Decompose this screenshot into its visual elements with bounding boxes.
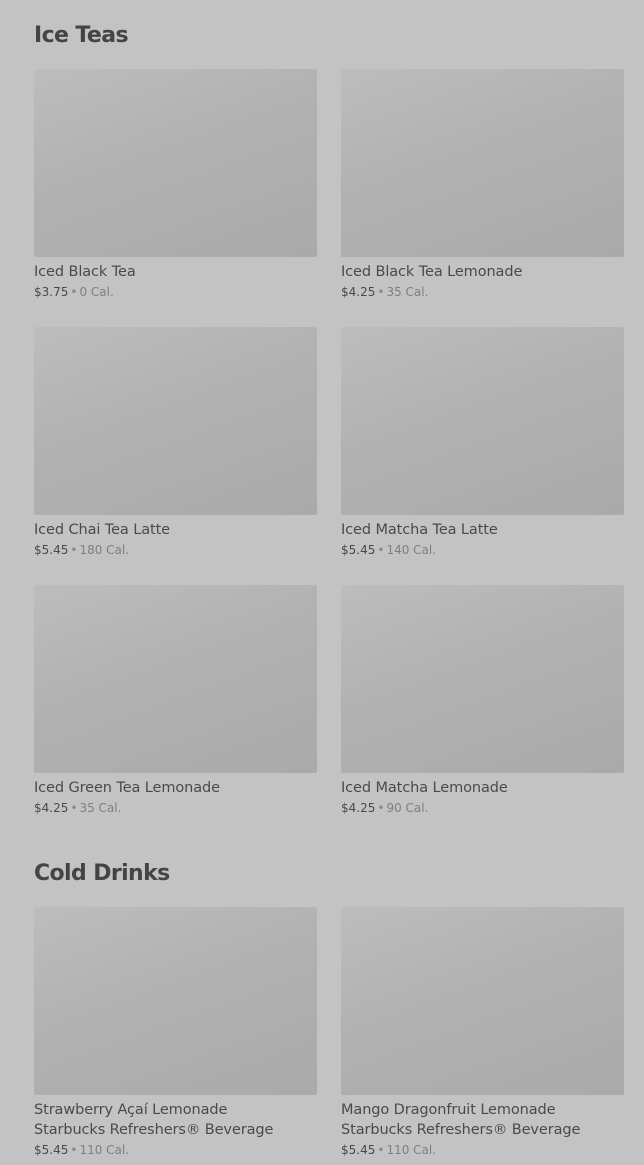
product-meta: $4.25 • 90 Cal. xyxy=(341,800,624,816)
product-price: $4.25 xyxy=(34,801,69,815)
product-name-line: Mango Dragonfruit Lemonade xyxy=(341,1102,556,1118)
product-card-iced-matcha-lemonade[interactable]: Iced Matcha Lemonade $4.25 • 90 Cal. xyxy=(341,585,624,843)
product-meta: $3.75 • 0 Cal. xyxy=(34,284,317,300)
separator-dot: • xyxy=(377,285,385,299)
separator-dot: • xyxy=(377,1143,385,1157)
product-grid: Strawberry Açaí Lemonade Starbucks Refre… xyxy=(34,907,624,1165)
product-image[interactable] xyxy=(34,585,317,773)
separator-dot: • xyxy=(377,543,385,557)
section-title: Cold Drinks xyxy=(34,861,170,886)
separator-dot: • xyxy=(70,543,78,557)
product-card-iced-black-tea-lemonade[interactable]: Iced Black Tea Lemonade $4.25 • 35 Cal. xyxy=(341,69,624,327)
product-meta: $5.45 • 180 Cal. xyxy=(34,542,317,558)
product-image[interactable] xyxy=(341,327,624,515)
product-name-line: Starbucks Refreshers® Beverage xyxy=(34,1122,274,1138)
product-price: $5.45 xyxy=(34,543,69,557)
product-name[interactable]: Iced Green Tea Lemonade xyxy=(34,778,317,798)
section-ice-teas: Ice Teas Iced Black Tea $3.75 • 0 Cal. Ice… xyxy=(34,21,624,815)
product-card-iced-green-tea-lemonade[interactable]: Iced Green Tea Lemonade $4.25 • 35 Cal. xyxy=(34,585,317,843)
product-price: $5.45 xyxy=(34,1143,69,1157)
product-image[interactable] xyxy=(34,907,317,1095)
product-price: $3.75 xyxy=(34,285,69,299)
product-name-line: Starbucks Refreshers® Beverage xyxy=(341,1122,581,1138)
product-card-iced-matcha-tea-latte[interactable]: Iced Matcha Tea Latte $5.45 • 140 Cal. xyxy=(341,327,624,585)
product-meta: $5.45 • 140 Cal. xyxy=(341,542,624,558)
section-title: Ice Teas xyxy=(34,23,129,48)
product-name[interactable]: Iced Chai Tea Latte xyxy=(34,520,317,540)
separator-dot: • xyxy=(70,801,78,815)
product-calories: 180 Cal. xyxy=(79,543,130,557)
product-calories: 90 Cal. xyxy=(386,801,429,815)
product-name[interactable]: Iced Matcha Tea Latte xyxy=(341,520,624,540)
product-image[interactable] xyxy=(34,69,317,257)
product-price: $4.25 xyxy=(341,285,376,299)
product-image[interactable] xyxy=(341,69,624,257)
product-card-iced-chai-tea-latte[interactable]: Iced Chai Tea Latte $5.45 • 180 Cal. xyxy=(34,327,317,585)
product-card-mango-dragonfruit-lemonade[interactable]: Mango Dragonfruit Lemonade Starbucks Ref… xyxy=(341,907,624,1165)
product-card-strawberry-acai-lemonade[interactable]: Strawberry Açaí Lemonade Starbucks Refre… xyxy=(34,907,317,1165)
product-name[interactable]: Iced Matcha Lemonade xyxy=(341,778,624,798)
section-cold-drinks: Cold Drinks Strawberry Açaí Lemonade Sta… xyxy=(34,859,624,1157)
product-image[interactable] xyxy=(341,907,624,1095)
product-name[interactable]: Iced Black Tea xyxy=(34,262,317,282)
product-name[interactable]: Iced Black Tea Lemonade xyxy=(341,262,624,282)
product-meta: $4.25 • 35 Cal. xyxy=(34,800,317,816)
product-price: $5.45 xyxy=(341,543,376,557)
product-name-line: Strawberry Açaí Lemonade xyxy=(34,1102,228,1118)
product-calories: 35 Cal. xyxy=(386,285,429,299)
product-calories: 110 Cal. xyxy=(79,1143,130,1157)
separator-dot: • xyxy=(70,285,78,299)
product-meta: $5.45 • 110 Cal. xyxy=(341,1142,624,1158)
product-calories: 140 Cal. xyxy=(386,543,437,557)
product-image[interactable] xyxy=(34,327,317,515)
product-image[interactable] xyxy=(341,585,624,773)
product-meta: $4.25 • 35 Cal. xyxy=(341,284,624,300)
product-meta: $5.45 • 110 Cal. xyxy=(34,1142,317,1158)
separator-dot: • xyxy=(377,801,385,815)
product-name[interactable]: Mango Dragonfruit Lemonade Starbucks Ref… xyxy=(341,1100,624,1140)
product-calories: 110 Cal. xyxy=(386,1143,437,1157)
product-price: $5.45 xyxy=(341,1143,376,1157)
separator-dot: • xyxy=(70,1143,78,1157)
product-name[interactable]: Strawberry Açaí Lemonade Starbucks Refre… xyxy=(34,1100,317,1140)
product-price: $4.25 xyxy=(341,801,376,815)
product-calories: 0 Cal. xyxy=(79,285,114,299)
product-card-iced-black-tea[interactable]: Iced Black Tea $3.75 • 0 Cal. xyxy=(34,69,317,327)
product-calories: 35 Cal. xyxy=(79,801,122,815)
product-grid: Iced Black Tea $3.75 • 0 Cal. Iced Black T… xyxy=(34,69,624,843)
